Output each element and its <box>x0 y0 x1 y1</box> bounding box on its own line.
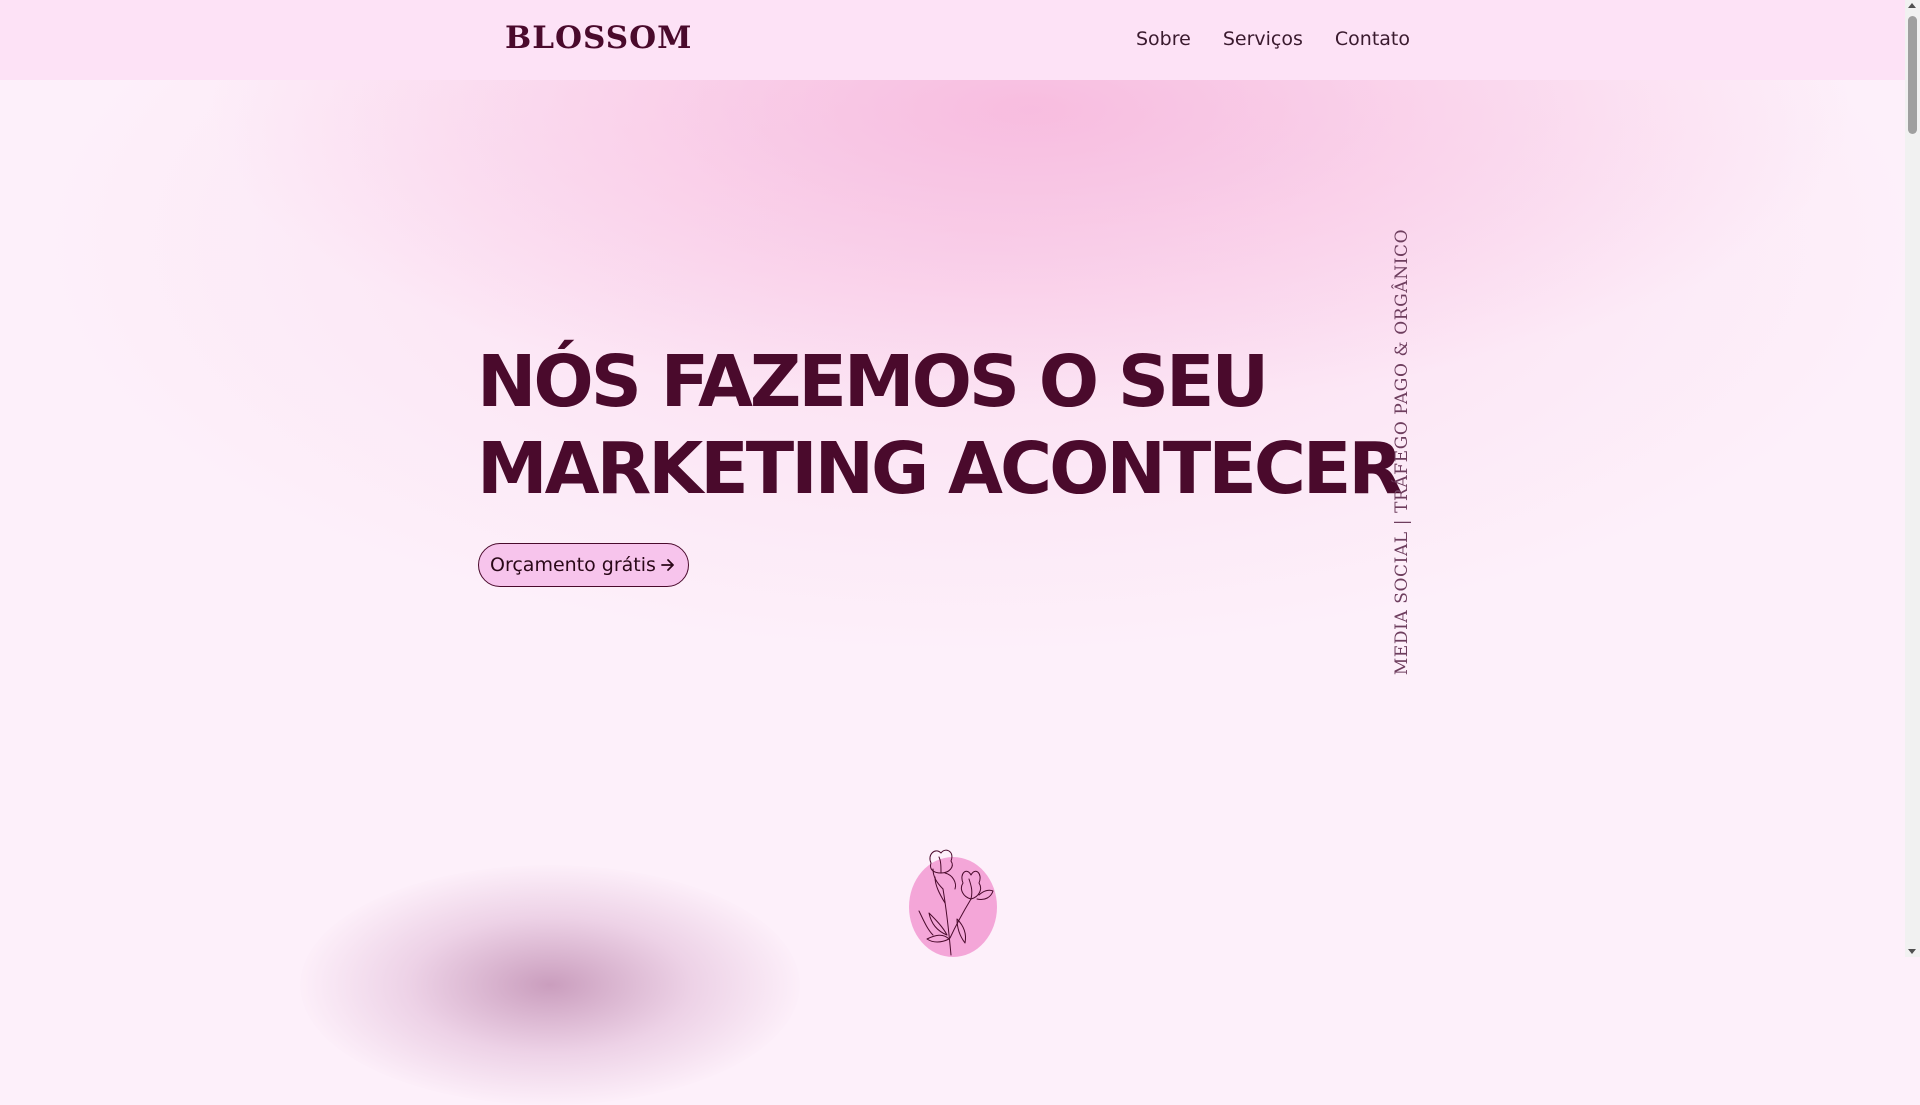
arrow-right-icon <box>659 556 677 574</box>
hero-headline-line-2: MARKETING ACONTECER <box>477 427 1403 510</box>
site-header: BLOSSOM Sobre Serviços Contato <box>0 0 1905 80</box>
vertical-tagline: MEDIA SOCIAL | TRÁFEGO PAGO & ORGÂNICO <box>1384 228 1420 676</box>
nav-link-sobre[interactable]: Sobre <box>1136 28 1191 50</box>
flower-icon <box>905 843 1005 957</box>
vertical-tagline-text: MEDIA SOCIAL | TRÁFEGO PAGO & ORGÂNICO <box>1392 228 1412 676</box>
decorative-blob <box>300 865 800 1105</box>
main-nav: Sobre Serviços Contato <box>1136 28 1410 50</box>
nav-link-servicos[interactable]: Serviços <box>1223 28 1303 50</box>
vertical-scrollbar[interactable] <box>1905 0 1920 957</box>
nav-link-contato[interactable]: Contato <box>1335 28 1410 50</box>
scroll-down-icon[interactable] <box>1908 949 1916 954</box>
free-quote-button[interactable]: Orçamento grátis <box>478 543 689 587</box>
free-quote-button-label: Orçamento grátis <box>490 554 656 576</box>
scroll-up-icon[interactable] <box>1908 3 1916 8</box>
scrollbar-thumb[interactable] <box>1908 16 1917 134</box>
logo[interactable]: BLOSSOM <box>505 20 692 56</box>
hero-headline: NÓS FAZEMOS O SEU MARKETING ACONTECER <box>477 338 1403 512</box>
hero-headline-line-1: NÓS FAZEMOS O SEU <box>477 340 1269 423</box>
